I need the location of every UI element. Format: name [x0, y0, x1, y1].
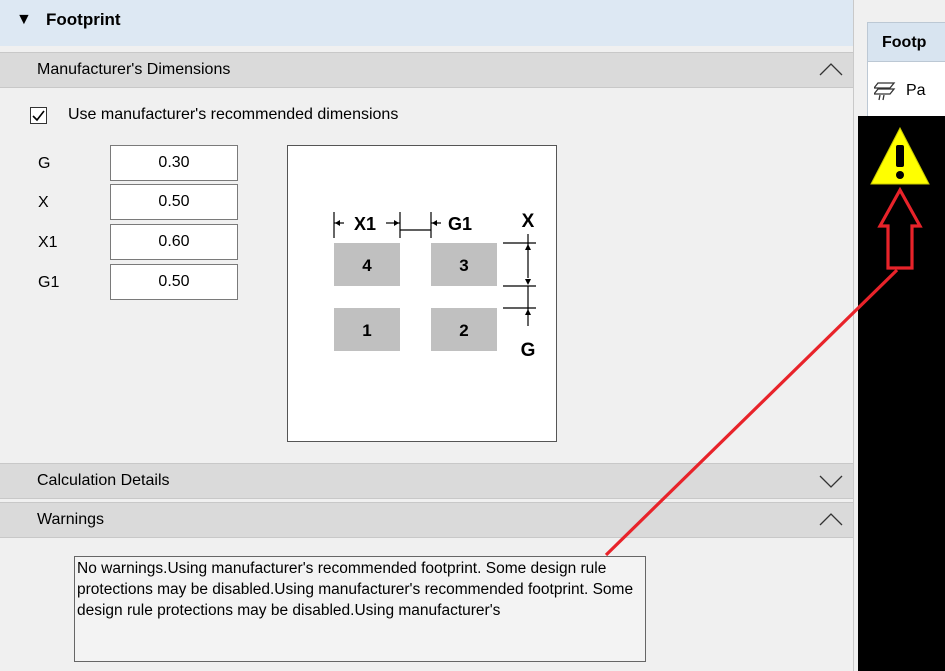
right-toolbar: Pa — [867, 62, 945, 116]
chevron-up-icon[interactable] — [818, 509, 844, 531]
section-label: Calculation Details — [37, 472, 170, 489]
toolbar-label: Pa — [906, 82, 926, 99]
checkbox-label: Use manufacturer's recommended dimension… — [68, 106, 399, 123]
tab-label: Footp — [882, 34, 927, 51]
section-label: Manufacturer's Dimensions — [37, 61, 231, 78]
pad-label-2: 2 — [459, 321, 468, 340]
warnings-text: No warnings.Using manufacturer's recomme… — [74, 556, 646, 662]
param-input-x1[interactable]: 0.60 — [110, 224, 238, 260]
param-input-g[interactable]: 0.30 — [110, 145, 238, 181]
param-label-g: G — [38, 155, 51, 172]
checkmark-icon — [32, 110, 45, 122]
g-dim-label: G — [521, 340, 536, 361]
warnings-header[interactable]: Warnings — [0, 502, 853, 538]
param-label-x1: X1 — [38, 234, 58, 251]
footprint-diagram: 4 3 1 2 X1 G1 X G — [287, 145, 557, 442]
g1-dim-label: G1 — [448, 214, 472, 234]
x1-dim-label: X1 — [354, 214, 376, 234]
param-label-g1: G1 — [38, 274, 60, 291]
layers-icon[interactable] — [874, 79, 898, 101]
pad-label-3: 3 — [459, 256, 468, 275]
x-dim-label: X — [522, 211, 535, 232]
chevron-down-icon[interactable] — [818, 470, 844, 492]
chevron-up-icon[interactable] — [818, 59, 844, 81]
x-g-dimension — [503, 234, 536, 326]
param-input-x[interactable]: 0.50 — [110, 184, 238, 220]
tab-footprint[interactable]: Footp — [867, 22, 945, 62]
calculation-details-header[interactable]: Calculation Details — [0, 463, 853, 499]
footprint-title: Footprint — [46, 10, 121, 29]
pad-label-4: 4 — [362, 256, 372, 275]
x1-dimension — [333, 212, 441, 238]
section-label: Warnings — [37, 511, 104, 528]
param-label-x: X — [38, 194, 49, 211]
manufacturer-dimensions-header[interactable]: Manufacturer's Dimensions — [0, 52, 853, 88]
use-manufacturer-dimensions-checkbox[interactable] — [30, 107, 47, 124]
pad-label-1: 1 — [362, 321, 371, 340]
collapse-triangle-icon[interactable]: ▼ — [16, 11, 32, 29]
param-input-g1[interactable]: 0.50 — [110, 264, 238, 300]
properties-panel: ▼ Footprint Manufacturer's Dimensions Us… — [0, 0, 853, 671]
preview-canvas — [858, 116, 945, 671]
footprint-header[interactable]: ▼ Footprint — [0, 0, 853, 46]
